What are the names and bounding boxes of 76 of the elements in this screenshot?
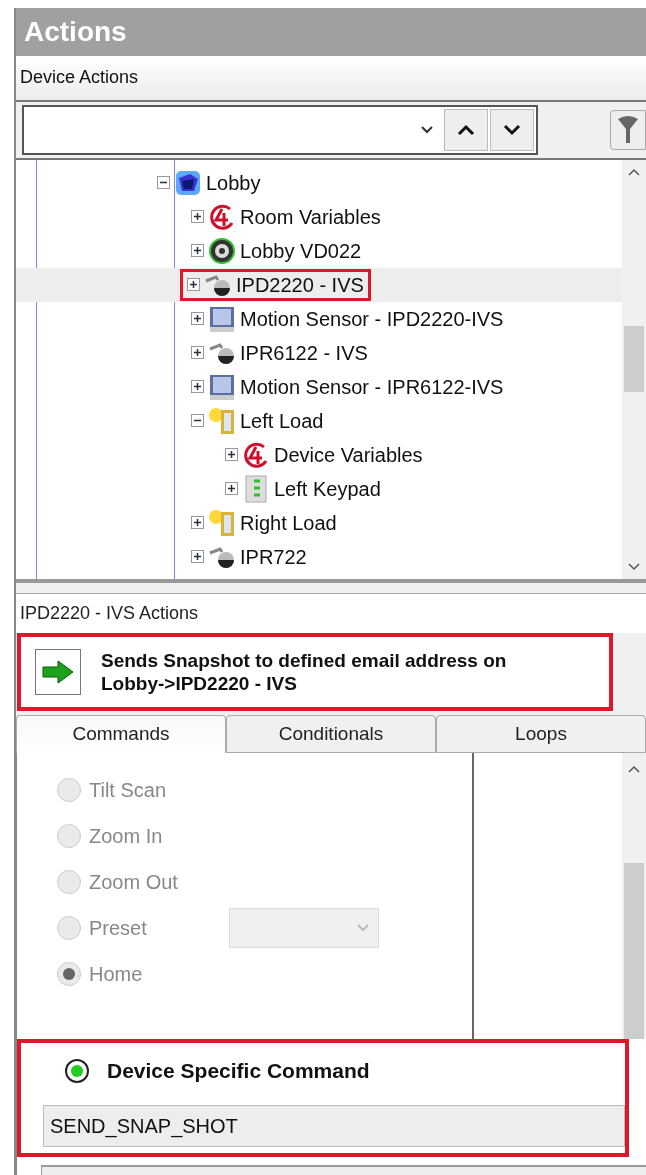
tree-row[interactable]: IPD2220 - IVS xyxy=(16,267,622,302)
radio-button[interactable] xyxy=(65,1059,89,1083)
tree-row[interactable]: Left Load xyxy=(16,403,622,438)
tree-item[interactable]: Lobby VD022 xyxy=(240,235,362,266)
tree-item[interactable]: Device Variables xyxy=(274,439,423,470)
expand-icon[interactable] xyxy=(187,278,200,292)
tab[interactable]: Conditionals xyxy=(226,715,436,753)
radio-label: Device Specific Command xyxy=(107,1058,370,1085)
scroll-thumb[interactable] xyxy=(624,325,644,392)
tab[interactable]: Loops xyxy=(436,715,646,753)
chevron-up-icon xyxy=(457,123,475,136)
tree-row[interactable]: Device Variables xyxy=(16,437,622,472)
tree-row[interactable]: Lobby xyxy=(16,165,622,200)
room-icon xyxy=(174,168,202,197)
speaker-icon xyxy=(208,236,236,265)
monitor-icon xyxy=(208,372,236,401)
tree-row[interactable]: Lobby VD022 xyxy=(16,233,622,268)
collapse-icon[interactable] xyxy=(191,414,204,428)
action-description: Sends Snapshot to defined email address on Lobby->IPD2220 - IVS xyxy=(101,649,507,696)
tree-item[interactable]: Motion Sensor - IPD2220-IVS xyxy=(240,303,504,334)
tree-row[interactable]: Motion Sensor - IPR6122-IVS xyxy=(16,369,622,404)
expand-icon[interactable] xyxy=(191,380,204,394)
tree-item[interactable]: IPD2220 - IVS xyxy=(236,269,364,300)
tab[interactable]: Commands xyxy=(16,715,226,753)
scrollbar[interactable] xyxy=(622,159,646,580)
expand-icon[interactable] xyxy=(225,482,238,496)
variables-icon xyxy=(208,202,236,231)
radio-label: Tilt Scan xyxy=(89,778,168,803)
tree-row[interactable]: IPR722 xyxy=(16,539,622,574)
expand-icon[interactable] xyxy=(191,244,204,258)
lightbulb-icon xyxy=(208,406,236,435)
command-field[interactable]: SEND_SNAP_SHOT xyxy=(43,1105,625,1147)
panel-title: Actions xyxy=(24,14,127,49)
move-down-button[interactable] xyxy=(490,108,534,151)
tree-item[interactable]: Right Load xyxy=(240,507,337,538)
text-field[interactable] xyxy=(41,1165,646,1175)
scroll-down-icon xyxy=(628,563,640,572)
scroll-thumb[interactable] xyxy=(624,863,644,1039)
expand-icon[interactable] xyxy=(191,312,204,326)
expand-icon[interactable] xyxy=(191,346,204,360)
variables-icon xyxy=(242,440,270,469)
filter-icon xyxy=(617,114,639,145)
tree-row[interactable]: IPR6122 - IVS xyxy=(16,335,622,370)
tree-item[interactable]: Left Load xyxy=(240,405,324,436)
tree-row[interactable]: Right Load xyxy=(16,505,622,540)
monitor-icon xyxy=(208,304,236,333)
tree-item[interactable]: Room Variables xyxy=(240,201,381,232)
tree-row[interactable]: Room Variables xyxy=(16,199,622,234)
lightbulb-icon xyxy=(208,508,236,537)
scroll-up-icon xyxy=(628,765,640,773)
expand-icon[interactable] xyxy=(191,516,204,530)
filter-button[interactable] xyxy=(610,109,646,150)
radio-label: Preset xyxy=(89,916,148,941)
keypad-icon xyxy=(242,474,270,503)
tree-item[interactable]: Motion Sensor - IPR6122-IVS xyxy=(240,371,504,402)
expand-icon[interactable] xyxy=(191,210,204,224)
radio-label: Zoom Out xyxy=(89,870,179,895)
section-label: IPD2220 - IVS Actions xyxy=(20,602,199,626)
radio-label: Home xyxy=(89,962,144,987)
section-label: Device Actions xyxy=(20,66,139,90)
chevron-down-icon xyxy=(356,923,370,933)
collapse-icon[interactable] xyxy=(157,176,170,190)
tree-item[interactable]: Lobby xyxy=(206,167,261,198)
tree-row[interactable]: Left Keypad xyxy=(16,471,622,506)
tree-item[interactable]: Left Keypad xyxy=(274,473,381,504)
tree-item[interactable]: IPR722 xyxy=(240,541,307,572)
expand-icon[interactable] xyxy=(225,448,238,462)
chevron-down-icon xyxy=(420,124,434,135)
scrollbar[interactable] xyxy=(622,753,646,1039)
chevron-down-icon xyxy=(503,123,521,136)
tree-row[interactable]: Motion Sensor - IPD2220-IVS xyxy=(16,301,622,336)
scroll-up-icon xyxy=(628,167,640,176)
expand-icon[interactable] xyxy=(191,550,204,564)
radio-label: Zoom In xyxy=(89,824,164,849)
tree-item[interactable]: IPR6122 - IVS xyxy=(240,337,368,368)
move-up-button[interactable] xyxy=(444,108,488,151)
